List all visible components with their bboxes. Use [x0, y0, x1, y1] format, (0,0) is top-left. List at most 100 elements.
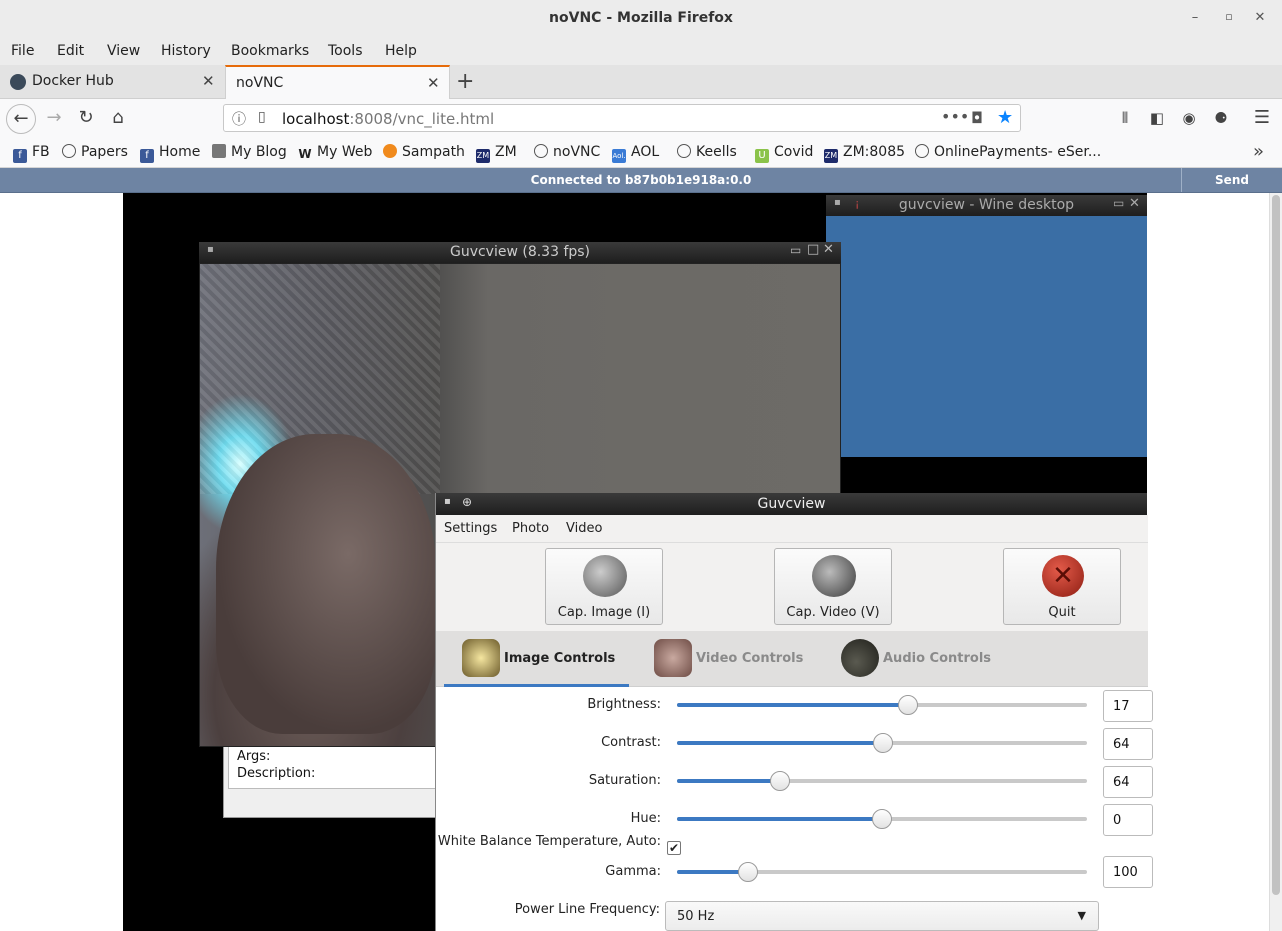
bookmark-covid[interactable]: U Covid — [755, 144, 813, 163]
hue-slider-handle[interactable] — [872, 809, 892, 829]
image-controls-icon — [462, 639, 500, 677]
gamma-slider-handle[interactable] — [737, 862, 758, 882]
contrast-slider[interactable] — [677, 733, 1087, 753]
minimize-icon[interactable]: – — [1185, 10, 1205, 25]
menu-edit[interactable]: Edit — [57, 43, 84, 59]
menu-help[interactable]: Help — [385, 43, 417, 59]
dropdown-arrow-icon: ▼ — [1077, 909, 1086, 922]
saturation-slider[interactable] — [677, 771, 1087, 791]
quit-button[interactable]: ✕ Quit — [1003, 548, 1121, 625]
bookmark-sampath[interactable]: Sampath — [383, 144, 465, 160]
brightness-slider[interactable] — [677, 695, 1087, 715]
brightness-slider-handle[interactable] — [897, 695, 918, 715]
overflow-chevron-icon[interactable]: » — [1253, 141, 1264, 162]
page-actions-icon[interactable]: ••• — [941, 107, 969, 126]
extension-icon[interactable]: ⚈ — [1207, 105, 1235, 131]
minimize-icon[interactable]: ▭ — [790, 243, 801, 257]
bookmark-novnc[interactable]: noVNC — [534, 144, 600, 160]
connection-status: Connected to b87b0b1e918a:0.0 — [530, 173, 752, 187]
close-icon[interactable]: ✕ — [823, 242, 834, 257]
bookmark-fb[interactable]: f FB — [13, 144, 50, 163]
microphone-icon — [841, 639, 879, 677]
contrast-slider-handle[interactable] — [873, 733, 894, 753]
hamburger-menu-icon[interactable]: ☰ — [1248, 105, 1276, 131]
menu-settings[interactable]: Settings — [444, 521, 497, 536]
maximize-icon[interactable]: □ — [807, 242, 819, 257]
bookmark-aol[interactable]: Aol. AOL — [612, 144, 659, 163]
cap-video-button[interactable]: Cap. Video (V) — [774, 548, 892, 625]
url-bar[interactable]: ⓘ ▯ localhost:8008/vnc_lite.html ••• ◘ ★ — [223, 104, 1021, 132]
minimize-icon[interactable]: ▭ — [1113, 196, 1124, 210]
contrast-value-field[interactable]: 64 — [1103, 728, 1153, 760]
new-tab-icon[interactable]: + — [456, 69, 474, 94]
bookmark-home[interactable]: f Home — [140, 144, 200, 163]
menu-history[interactable]: History — [161, 43, 211, 59]
camera-icon — [583, 555, 627, 597]
novnc-status-bar: Connected to b87b0b1e918a:0.0 Send CtrlA… — [0, 168, 1282, 211]
bookmark-zm[interactable]: ZM ZM — [476, 144, 517, 163]
tab-docker-hub[interactable]: Docker Hub ✕ — [0, 65, 224, 99]
window-menu-icon[interactable]: ▪ — [834, 197, 841, 208]
sidebar-icon[interactable]: ◧ — [1143, 105, 1171, 131]
page-scrollbar[interactable] — [1269, 193, 1282, 931]
pocket-icon[interactable]: ◘ — [971, 109, 983, 127]
close-tab-icon[interactable]: ✕ — [427, 74, 440, 92]
reload-icon[interactable]: ↻ — [72, 105, 100, 131]
white-balance-auto-checkbox[interactable]: ✔ — [667, 841, 681, 855]
control-window-title: Guvcview — [436, 493, 1147, 515]
bookmark-zm-8085[interactable]: ZM ZM:8085 — [824, 144, 905, 163]
menu-view[interactable]: View — [107, 43, 140, 59]
tab-label: Docker Hub — [32, 73, 114, 89]
background-window[interactable]: Args: Description: — [223, 742, 436, 818]
menu-video[interactable]: Video — [566, 521, 602, 536]
info-panel: Args: Description: — [228, 743, 436, 789]
tab-audio-controls[interactable]: Audio Controls — [823, 631, 1013, 687]
video-controls-icon — [654, 639, 692, 677]
saturation-value-field[interactable]: 64 — [1103, 766, 1153, 798]
wine-desktop-window[interactable]: guvcview - Wine desktop ▪ ¡ ▭ ✕ — [826, 195, 1147, 492]
window-menu-icon[interactable]: ▪ — [207, 244, 214, 255]
menu-tools[interactable]: Tools — [328, 43, 363, 59]
info-icon[interactable]: ⓘ — [232, 109, 246, 129]
close-icon[interactable]: ✕ — [1250, 10, 1270, 25]
home-icon[interactable]: ⌂ — [104, 105, 132, 131]
facebook-icon: f — [140, 149, 154, 163]
guvcview-control-window[interactable]: Guvcview ▪ ⊕ Settings Photo Video Cap. I… — [435, 493, 1153, 931]
forward-icon[interactable]: → — [40, 105, 68, 131]
bookmark-onlinepayments[interactable]: OnlinePayments- eSer... — [915, 144, 1101, 160]
maximize-icon[interactable]: ▫ — [1219, 10, 1239, 23]
send-ctrl-alt-del-button[interactable]: Send CtrlAltDel — [1181, 168, 1282, 211]
capture-toolbar: Cap. Image (I) Cap. Video (V) ✕ Quit — [436, 543, 1148, 631]
pin-icon[interactable]: ⊕ — [462, 495, 472, 509]
power-line-frequency-select[interactable]: 50 Hz ▼ — [665, 901, 1099, 931]
bookmark-my-web[interactable]: W My Web — [298, 144, 372, 161]
window-menu-icon[interactable]: ▪ — [444, 496, 451, 507]
cap-video-label: Cap. Video (V) — [786, 605, 880, 620]
close-tab-icon[interactable]: ✕ — [202, 72, 215, 90]
hue-value-field[interactable]: 0 — [1103, 804, 1153, 836]
tab-novnc[interactable]: noVNC ✕ — [225, 65, 450, 99]
menu-photo[interactable]: Photo — [512, 521, 549, 536]
account-icon[interactable]: ◉ — [1175, 105, 1203, 131]
library-icon[interactable]: ⫴ — [1111, 105, 1139, 131]
contrast-slider-fill — [677, 741, 884, 745]
back-icon[interactable]: ← — [6, 104, 36, 134]
menu-file[interactable]: File — [11, 43, 34, 59]
brightness-value-field[interactable]: 17 — [1103, 690, 1153, 722]
close-icon[interactable]: ✕ — [1129, 196, 1140, 211]
bookmark-papers[interactable]: Papers — [62, 144, 128, 160]
zm-icon: ZM — [824, 149, 838, 163]
tab-image-controls[interactable]: Image Controls — [444, 631, 629, 687]
gamma-slider[interactable] — [677, 862, 1087, 882]
cap-image-button[interactable]: Cap. Image (I) — [545, 548, 663, 625]
scrollbar-thumb[interactable] — [1272, 195, 1280, 895]
brightness-slider-fill — [677, 703, 908, 707]
bookmark-star-icon[interactable]: ★ — [997, 107, 1013, 128]
menu-bookmarks[interactable]: Bookmarks — [231, 43, 309, 59]
tab-video-controls[interactable]: Video Controls — [636, 631, 826, 687]
bookmark-keells[interactable]: Keells — [677, 144, 737, 160]
gamma-value-field[interactable]: 100 — [1103, 856, 1153, 888]
bookmark-my-blog[interactable]: My Blog — [212, 144, 287, 160]
saturation-slider-handle[interactable] — [769, 771, 790, 791]
hue-slider[interactable] — [677, 809, 1087, 829]
